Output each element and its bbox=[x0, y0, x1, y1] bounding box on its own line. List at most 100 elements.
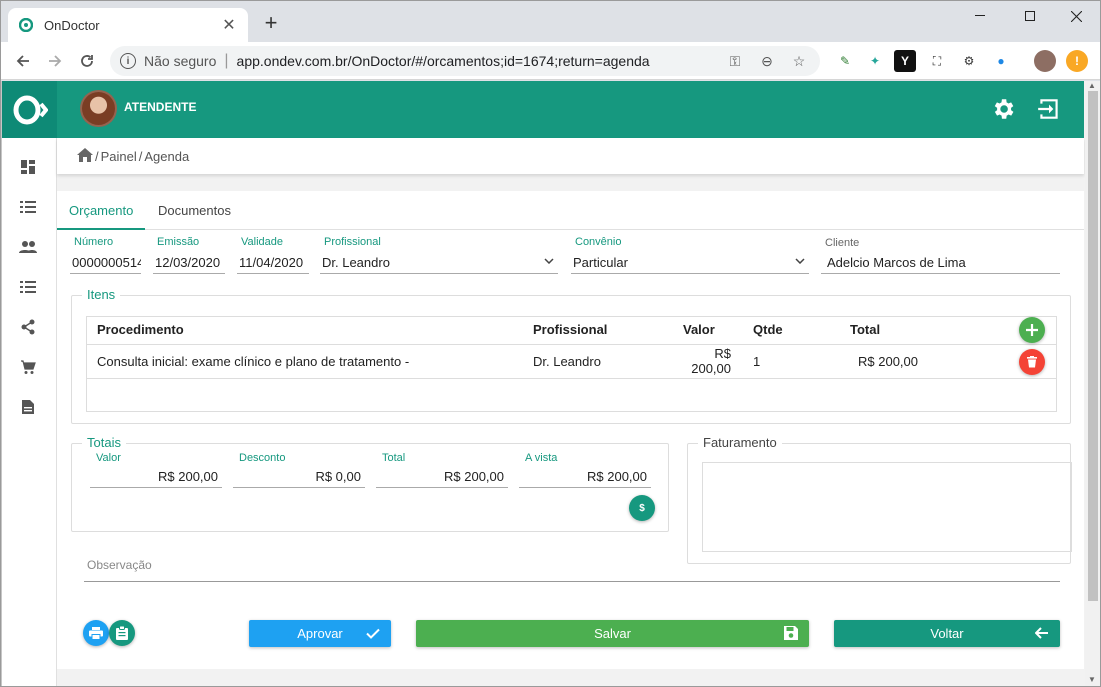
extension-globe-icon[interactable]: ● bbox=[990, 50, 1012, 72]
approve-button[interactable]: Aprovar bbox=[249, 620, 391, 647]
breadcrumb-agenda[interactable]: Agenda bbox=[144, 149, 189, 164]
numero-field[interactable]: Número 0000000514 bbox=[70, 236, 141, 276]
browser-tab[interactable]: OnDoctor ✕ bbox=[8, 8, 248, 42]
delete-item-button[interactable] bbox=[1019, 349, 1045, 375]
emissao-label: Emissão bbox=[157, 236, 200, 248]
faturamento-textarea[interactable] bbox=[702, 462, 1072, 552]
people-icon[interactable] bbox=[19, 238, 37, 256]
chevron-down-icon[interactable] bbox=[544, 256, 554, 267]
document-icon[interactable] bbox=[19, 398, 37, 416]
user-avatar[interactable] bbox=[80, 90, 117, 127]
save-button[interactable]: Salvar bbox=[416, 620, 809, 647]
add-item-button[interactable] bbox=[1019, 317, 1045, 343]
validade-label: Validade bbox=[241, 236, 283, 248]
cell-procedimento: Consulta inicial: exame clínico e plano … bbox=[86, 344, 522, 379]
numero-value[interactable]: 0000000514 bbox=[70, 252, 141, 274]
convenio-label: Convênio bbox=[575, 236, 622, 248]
dashboard-icon[interactable] bbox=[19, 158, 37, 176]
app-header: ATENDENTE bbox=[57, 81, 1084, 138]
app-root: ATENDENTE / Painel / Agenda Orçamento Do… bbox=[1, 81, 1101, 686]
url-text[interactable]: app.ondev.com.br/OnDoctor/#/orcamentos;i… bbox=[237, 53, 714, 69]
a-vista-label: A vista bbox=[525, 452, 558, 464]
valor-label: Valor bbox=[96, 452, 121, 464]
list-icon[interactable] bbox=[19, 198, 37, 216]
back-button[interactable]: Voltar bbox=[834, 620, 1060, 647]
cell-profissional: Dr. Leandro bbox=[522, 344, 672, 379]
extension-tool-icon[interactable]: ✎ bbox=[834, 50, 856, 72]
extension-gear-icon[interactable]: ⚙ bbox=[958, 50, 980, 72]
maximize-icon[interactable] bbox=[1010, 4, 1050, 28]
clipboard-button[interactable] bbox=[109, 620, 135, 646]
profile-avatar-icon[interactable] bbox=[1034, 50, 1056, 72]
scroll-down-icon[interactable]: ▼ bbox=[1088, 675, 1096, 684]
convenio-value[interactable]: Particular bbox=[571, 252, 809, 274]
list-alt-icon[interactable] bbox=[19, 278, 37, 296]
reload-icon[interactable] bbox=[76, 50, 98, 72]
tab-documentos[interactable]: Documentos bbox=[146, 191, 243, 230]
total-value[interactable]: R$ 200,00 bbox=[376, 466, 508, 488]
page-scrollbar[interactable]: ▲ ▼ bbox=[1085, 81, 1101, 686]
ondoctor-favicon-icon bbox=[18, 17, 34, 33]
validade-field[interactable]: Validade 11/04/2020 bbox=[237, 236, 309, 276]
items-table: Procedimento Profissional Valor Qtde Tot… bbox=[86, 316, 1057, 379]
table-row[interactable]: Consulta inicial: exame clínico e plano … bbox=[86, 344, 1057, 379]
app-logo[interactable] bbox=[2, 81, 57, 138]
info-icon[interactable]: i bbox=[120, 53, 136, 69]
share-icon[interactable] bbox=[19, 318, 37, 336]
extension-screenshot-icon[interactable]: ⛶ bbox=[926, 50, 948, 72]
observacao-field[interactable]: Observação bbox=[84, 558, 1060, 594]
arrow-left-icon bbox=[1034, 625, 1050, 641]
tab-orcamento[interactable]: Orçamento bbox=[57, 191, 146, 230]
scroll-thumb[interactable] bbox=[1088, 91, 1098, 601]
save-label: Salvar bbox=[594, 626, 631, 641]
emissao-value[interactable]: 12/03/2020 bbox=[153, 252, 225, 274]
payment-button[interactable]: $ bbox=[629, 495, 655, 521]
gear-icon[interactable] bbox=[989, 95, 1017, 123]
cell-valor: R$ 200,00 bbox=[672, 344, 742, 379]
extension-y-icon[interactable]: Y bbox=[894, 50, 916, 72]
valor-value[interactable]: R$ 200,00 bbox=[90, 466, 222, 488]
extension-bird-icon[interactable]: ✦ bbox=[864, 50, 886, 72]
itens-group: Itens Procedimento Profissional Valor Qt… bbox=[71, 287, 1071, 424]
faturamento-group: Faturamento bbox=[687, 435, 1072, 564]
forward-icon[interactable] bbox=[44, 50, 66, 72]
scroll-up-icon[interactable]: ▲ bbox=[1088, 81, 1096, 90]
chevron-down-icon[interactable] bbox=[795, 256, 805, 267]
cell-qtde: 1 bbox=[742, 344, 839, 379]
profissional-value[interactable]: Dr. Leandro bbox=[320, 252, 558, 274]
close-tab-icon[interactable]: ✕ bbox=[220, 15, 238, 35]
budget-card: Orçamento Documentos Número 0000000514 E… bbox=[57, 191, 1084, 669]
print-button[interactable] bbox=[83, 620, 109, 646]
key-icon[interactable]: ⚿ bbox=[724, 53, 746, 70]
logout-icon[interactable] bbox=[1035, 95, 1063, 123]
tab-title: OnDoctor bbox=[44, 17, 100, 33]
col-qtde: Qtde bbox=[742, 316, 839, 345]
col-procedimento: Procedimento bbox=[86, 316, 522, 345]
back-icon[interactable] bbox=[12, 50, 34, 72]
cart-icon[interactable] bbox=[19, 358, 37, 376]
zoom-icon[interactable]: ⊖ bbox=[756, 53, 778, 70]
a-vista-value[interactable]: R$ 200,00 bbox=[519, 466, 651, 488]
home-icon[interactable] bbox=[77, 147, 93, 165]
minimize-icon[interactable] bbox=[960, 4, 1000, 28]
update-alert-icon[interactable]: ! bbox=[1066, 50, 1088, 72]
profissional-label: Profissional bbox=[324, 236, 381, 248]
tab-bar: Orçamento Documentos bbox=[57, 191, 1084, 230]
cliente-label: Cliente bbox=[825, 237, 860, 249]
emissao-field[interactable]: Emissão 12/03/2020 bbox=[153, 236, 225, 276]
cliente-value[interactable]: Adelcio Marcos de Lima bbox=[821, 252, 1060, 274]
faturamento-title: Faturamento bbox=[698, 435, 782, 450]
browser-toolbar: i Não seguro | app.ondev.com.br/OnDoctor… bbox=[0, 42, 1101, 80]
breadcrumb-painel[interactable]: Painel bbox=[101, 149, 137, 164]
profissional-select[interactable]: Profissional Dr. Leandro bbox=[320, 236, 558, 276]
convenio-select[interactable]: Convênio Particular bbox=[571, 236, 809, 276]
desconto-value[interactable]: R$ 0,00 bbox=[233, 466, 365, 488]
bookmark-star-icon[interactable]: ☆ bbox=[788, 53, 810, 70]
new-tab-icon[interactable]: + bbox=[260, 12, 282, 34]
cliente-field[interactable]: Cliente Adelcio Marcos de Lima bbox=[821, 237, 1060, 277]
validade-value[interactable]: 11/04/2020 bbox=[237, 252, 309, 274]
address-bar[interactable]: i Não seguro | app.ondev.com.br/OnDoctor… bbox=[110, 46, 820, 76]
check-icon bbox=[365, 625, 381, 641]
desconto-label: Desconto bbox=[239, 452, 286, 464]
close-window-icon[interactable] bbox=[1056, 4, 1096, 28]
